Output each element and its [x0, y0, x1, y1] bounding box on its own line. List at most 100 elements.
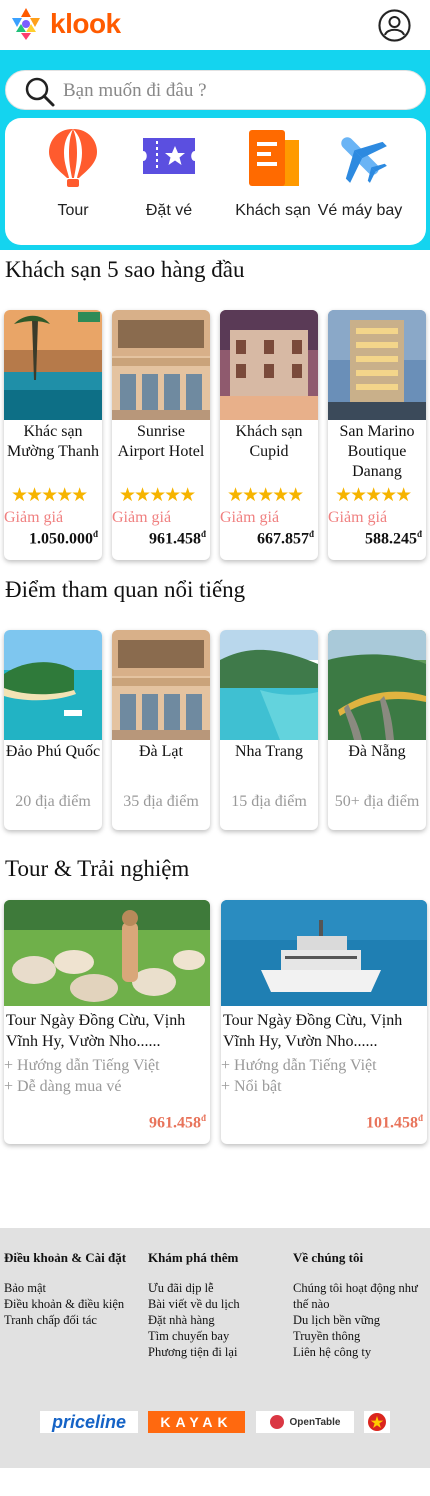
hotel-name: Khác sạn Mường Thanh [7, 423, 99, 460]
attraction-card[interactable]: Đà Nẵng 50+ địa điểm [328, 630, 426, 830]
kayak-logo[interactable]: KAYAK [148, 1411, 245, 1433]
footer-link[interactable]: Điều khoản & điều kiện [4, 1296, 142, 1312]
tour-price: 961.458đ [149, 1113, 206, 1132]
attraction-card[interactable]: Nha Trang 15 địa điểm [220, 630, 318, 830]
tour-feature: + Hướng dẫn Tiếng Việt [4, 1057, 160, 1074]
footer-link[interactable]: Truyền thông [293, 1328, 430, 1344]
tour-feature: + Nổi bật [221, 1078, 282, 1095]
hotel-card[interactable]: Sunrise Airport Hotel ★★★★★ Giảm giá 961… [112, 310, 210, 560]
currency: đ [200, 1113, 206, 1123]
vietnam-flag-icon[interactable] [364, 1411, 390, 1433]
attraction-card[interactable]: Đà Lạt 35 địa điểm [112, 630, 210, 830]
tour-image [221, 900, 427, 1006]
hotel-price: 961.458đ [149, 529, 206, 548]
tours-section-title: Tour & Trải nghiệm [5, 856, 190, 881]
search-icon [25, 77, 55, 107]
hotel-name: Sunrise Airport Hotel [117, 423, 205, 460]
hotel-card[interactable]: San Marino Boutique Danang ★★★★★ Giảm gi… [328, 310, 426, 560]
place-count: 50+ địa điểm [334, 793, 420, 810]
attraction-image [220, 630, 318, 740]
category-label: Tour [57, 202, 89, 219]
category-flight[interactable]: Vé máy bay [310, 126, 410, 221]
tour-name: Tour Ngày Đồng Cừu, Vịnh Vĩnh Hy, Vườn N… [6, 1012, 186, 1050]
hotel-card[interactable]: Khách sạn Cupid ★★★★★ Giảm giá 667.857đ [220, 310, 318, 560]
footer-link[interactable]: Tìm chuyến bay [148, 1328, 286, 1344]
footer-link[interactable]: Chúng tôi hoạt động như thế nào [293, 1280, 430, 1312]
star-rating: ★★★★★ [227, 484, 304, 506]
hotel-name: Khách sạn Cupid [235, 423, 303, 460]
footer-heading: Khám phá thêm [148, 1250, 239, 1265]
app-header: klook [0, 0, 430, 50]
brand-name: klook [50, 8, 121, 39]
discount-label: Giảm giá [4, 509, 64, 526]
currency: đ [308, 529, 314, 539]
opentable-name: OpenTable [289, 1416, 341, 1428]
hotel-price: 588.245đ [365, 529, 422, 548]
place-count: 35 địa điểm [123, 793, 199, 810]
tour-feature: + Hướng dẫn Tiếng Việt [221, 1057, 377, 1074]
category-tour[interactable]: Tour [23, 126, 123, 221]
hotel-price: 1.050.000đ [29, 529, 98, 548]
hotel-image [220, 310, 318, 420]
opentable-logo[interactable]: OpenTable [256, 1411, 354, 1433]
attraction-image [4, 630, 102, 740]
user-avatar-icon[interactable] [378, 9, 411, 42]
balloon-icon [49, 129, 97, 187]
footer-link[interactable]: Liên hệ công ty [293, 1344, 430, 1360]
site-footer: Điều khoản & Cài đặt Bảo mật Điều khoản … [0, 1228, 430, 1468]
attraction-card[interactable]: Đảo Phú Quốc 20 địa điểm [4, 630, 102, 830]
hotels-section-title: Khách sạn 5 sao hàng đầu [5, 257, 245, 282]
place-count: 15 địa điểm [231, 793, 307, 810]
attraction-image [328, 630, 426, 740]
star-rating: ★★★★★ [335, 484, 412, 506]
partner-logos: priceline KAYAK OpenTable [40, 1411, 395, 1433]
category-ticket[interactable]: Đặt vé [119, 126, 219, 221]
tour-price: 101.458đ [366, 1113, 423, 1132]
footer-column-terms: Điều khoản & Cài đặt Bảo mật Điều khoản … [4, 1250, 142, 1328]
footer-link[interactable]: Ưu đãi dịp lễ [148, 1280, 286, 1296]
klook-logo-icon [12, 8, 40, 40]
currency: đ [417, 1113, 423, 1123]
hotel-image [328, 310, 426, 420]
priceline-logo[interactable]: priceline [40, 1411, 138, 1433]
footer-link[interactable]: Bài viết về du lịch [148, 1296, 286, 1312]
currency: đ [200, 529, 206, 539]
price-value: 961.458 [148, 530, 201, 548]
price-value: 588.245 [364, 530, 417, 548]
tour-card[interactable]: Tour Ngày Đồng Cừu, Vịnh Vĩnh Hy, Vườn N… [4, 900, 210, 1144]
footer-column-about: Về chúng tôi Chúng tôi hoạt động như thế… [293, 1250, 430, 1360]
price-value: 667.857 [256, 530, 309, 548]
tour-feature: + Dễ dàng mua vé [4, 1078, 122, 1095]
klook-logo[interactable]: klook [8, 6, 121, 42]
attraction-image [112, 630, 210, 740]
footer-link[interactable]: Đặt nhà hàng [148, 1312, 286, 1328]
tour-card[interactable]: Tour Ngày Đồng Cừu, Vịnh Vĩnh Hy, Vườn N… [221, 900, 427, 1144]
star-rating: ★★★★★ [119, 484, 196, 506]
category-label: Khách sạn [235, 202, 311, 219]
category-hotel[interactable]: Khách sạn [223, 126, 323, 221]
airplane-icon [341, 137, 387, 183]
attractions-section-title: Điểm tham quan nổi tiếng [5, 577, 246, 602]
tour-image [4, 900, 210, 1006]
hotel-card[interactable]: Khác sạn Mường Thanh ★★★★★ Giảm giá 1.05… [4, 310, 102, 560]
discount-label: Giảm giá [328, 509, 388, 526]
footer-column-explore: Khám phá thêm Ưu đãi dịp lễ Bài viết về … [148, 1250, 286, 1360]
ticket-icon [143, 138, 195, 174]
footer-link[interactable]: Tranh chấp đối tác [4, 1312, 142, 1328]
opentable-mark-icon [269, 1415, 284, 1429]
footer-heading: Về chúng tôi [293, 1250, 364, 1265]
hotel-image [4, 310, 102, 420]
tour-name: Tour Ngày Đồng Cừu, Vịnh Vĩnh Hy, Vườn N… [223, 1012, 403, 1050]
price-value: 101.458 [365, 1114, 418, 1132]
footer-link[interactable]: Du lịch bền vững [293, 1312, 430, 1328]
hotel-image [112, 310, 210, 420]
price-value: 961.458 [148, 1114, 201, 1132]
search-input[interactable] [63, 78, 413, 104]
flag-icon [368, 1413, 386, 1431]
footer-link[interactable]: Bảo mật [4, 1280, 142, 1296]
category-panel: Tour Đặt vé Khách sạn Vé máy bay [5, 118, 426, 245]
footer-link[interactable]: Phương tiện đi lại [148, 1344, 286, 1360]
hotel-name: San Marino Boutique Danang [339, 423, 415, 480]
search-bar[interactable] [5, 70, 426, 110]
hotel-icon [249, 130, 299, 186]
